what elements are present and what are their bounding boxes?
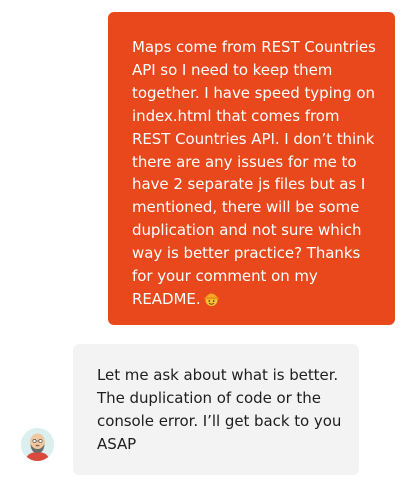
user-avatar-icon[interactable] [21,428,54,461]
received-message-bubble: Let me ask about what is better. The dup… [73,344,359,475]
chat-thread: Maps come from REST Countries API so I n… [0,0,404,486]
sent-message-text: Maps come from REST Countries API so I n… [132,38,376,308]
hard-hat-emoji-icon [203,290,220,314]
received-message-text: Let me ask about what is better. The dup… [97,366,342,453]
sent-message-bubble: Maps come from REST Countries API so I n… [108,12,395,325]
